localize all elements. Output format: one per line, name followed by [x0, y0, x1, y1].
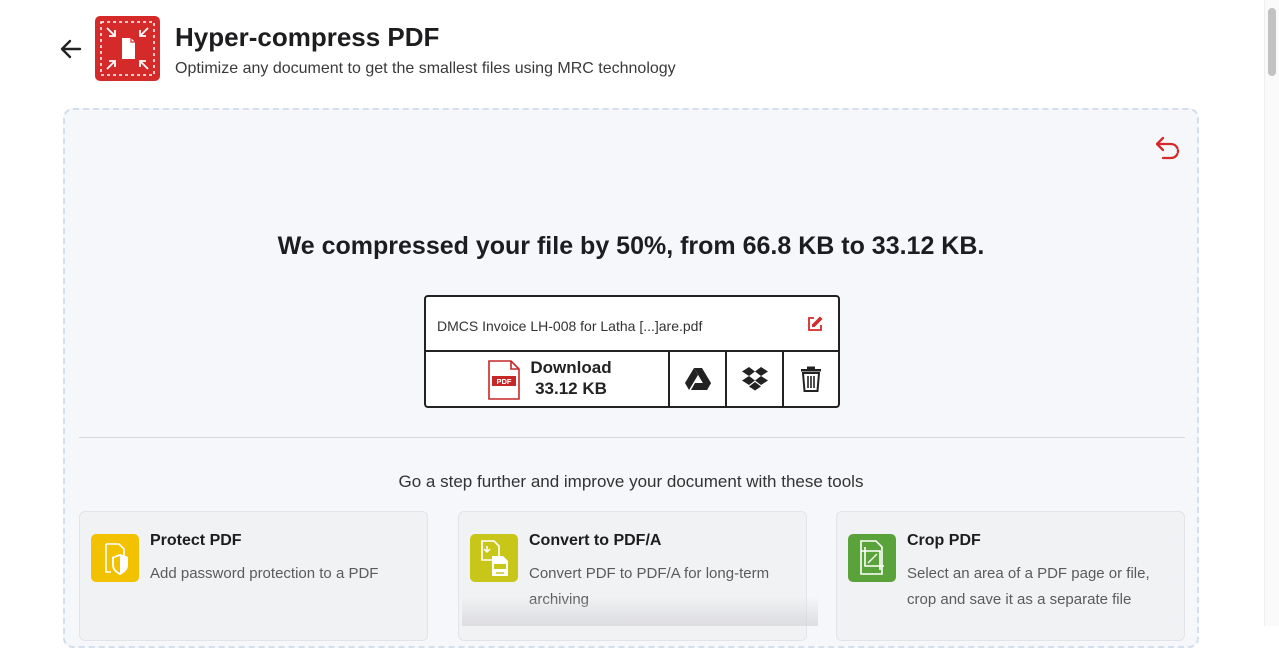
file-card: DMCS Invoice LH-008 for Latha [...]are.p… — [424, 295, 840, 408]
back-button[interactable] — [58, 36, 84, 62]
tool-title: Protect PDF — [150, 532, 242, 549]
edit-icon — [808, 316, 823, 331]
scrollbar-thumb[interactable] — [1268, 8, 1276, 76]
compression-result-message: We compressed your file by 50%, from 66.… — [277, 232, 985, 260]
save-to-google-drive-button[interactable] — [670, 352, 727, 406]
download-button[interactable]: PDF Download 33.12 KB — [426, 352, 670, 406]
pdfa-tool-icon — [470, 534, 518, 582]
delete-file-button[interactable] — [784, 352, 838, 406]
download-label: Download — [530, 358, 612, 377]
rename-button[interactable] — [806, 315, 824, 333]
undo-icon — [1155, 136, 1180, 160]
file-name-row: DMCS Invoice LH-008 for Latha [...]are.p… — [426, 297, 838, 352]
compress-pdf-logo — [95, 16, 160, 81]
pdf-file-icon: PDF — [488, 360, 520, 400]
page-subtitle: Optimize any document to get the smalles… — [175, 60, 676, 77]
tool-title: Convert to PDF/A — [529, 532, 662, 549]
tool-title: Crop PDF — [907, 532, 981, 549]
download-size: 33.12 KB — [535, 379, 607, 398]
pdf-badge-text: PDF — [497, 377, 512, 386]
crop-icon — [860, 540, 884, 575]
back-arrow-icon — [60, 39, 82, 59]
tool-card-convert-to-pdfa[interactable]: Convert to PDF/A Convert PDF to PDF/A fo… — [458, 511, 807, 641]
shield-icon — [105, 543, 128, 575]
tool-card-crop-pdf[interactable]: Crop PDF Select an area of a PDF page or… — [836, 511, 1185, 641]
trash-icon — [801, 366, 821, 392]
further-tools-heading: Go a step further and improve your docum… — [398, 472, 864, 491]
page-title: Hyper-compress PDF — [175, 22, 440, 52]
tool-description: Select an area of a PDF page or file, cr… — [907, 565, 1150, 608]
tool-description: Convert PDF to PDF/A for long-term archi… — [529, 565, 770, 608]
section-divider — [79, 437, 1185, 438]
pdfa-icon — [481, 540, 508, 576]
file-name: DMCS Invoice LH-008 for Latha [...]are.p… — [437, 318, 703, 334]
protect-pdf-tool-icon — [91, 534, 139, 582]
tool-card-protect-pdf[interactable]: Protect PDF Add password protection to a… — [79, 511, 428, 641]
save-to-dropbox-button[interactable] — [727, 352, 784, 406]
vertical-scrollbar[interactable] — [1264, 0, 1279, 626]
crop-pdf-tool-icon — [848, 534, 896, 582]
compress-pdf-logo-icon — [100, 21, 155, 76]
dropbox-icon — [741, 367, 768, 391]
start-over-button[interactable] — [1154, 133, 1182, 161]
tool-description: Add password protection to a PDF — [150, 565, 379, 582]
google-drive-icon — [684, 368, 711, 390]
